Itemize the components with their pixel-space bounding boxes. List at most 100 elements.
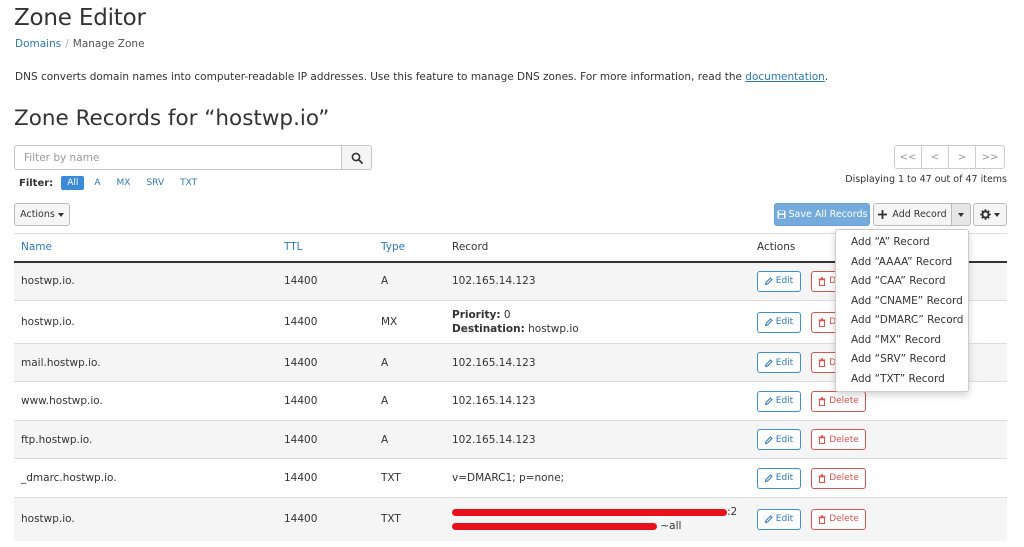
filter-label: Filter: (19, 177, 54, 189)
add-record-dropdown-toggle[interactable] (951, 203, 971, 226)
table-row: ftp.hostwp.io. 14400 A 102.165.14.123 Ed… (14, 420, 1007, 459)
delete-label: Delete (829, 514, 859, 525)
menu-item-add-txt[interactable]: Add “TXT” Record (836, 370, 968, 390)
record-line2-tail: ~all (660, 520, 682, 533)
save-all-records-button[interactable]: Save All Records (774, 203, 870, 226)
save-icon (777, 210, 786, 219)
menu-item-add-cname[interactable]: Add “CNAME” Record (836, 292, 968, 312)
redaction-mark (452, 508, 727, 516)
menu-item-add-mx[interactable]: Add “MX” Record (836, 331, 968, 351)
delete-button[interactable]: Delete (811, 429, 866, 450)
edit-button[interactable]: Edit (757, 311, 801, 333)
actions-dropdown-button[interactable]: Actions (14, 203, 70, 226)
menu-item-add-caa[interactable]: Add “CAA” Record (836, 272, 968, 292)
edit-label: Edit (775, 357, 794, 368)
delete-label: Delete (829, 396, 859, 406)
edit-button[interactable]: Edit (757, 352, 801, 373)
edit-label: Edit (775, 473, 794, 483)
search-button[interactable] (341, 146, 371, 169)
filter-all[interactable]: All (61, 176, 85, 190)
delete-button[interactable]: Delete (811, 467, 866, 489)
trash-icon (818, 515, 826, 524)
zone-records-title: Zone Records for “hostwp.io” (14, 106, 330, 131)
menu-item-add-srv[interactable]: Add “SRV” Record (836, 350, 968, 370)
intro-text: DNS converts domain names into computer-… (15, 71, 828, 83)
table-row: _dmarc.hostwp.io. 14400 TXT v=DMARC1; p=… (14, 458, 1007, 498)
add-record-button[interactable]: Add Record (873, 203, 952, 226)
add-record-label: Add Record (892, 209, 947, 220)
intro-body: DNS converts domain names into computer-… (15, 71, 746, 83)
menu-item-add-dmarc[interactable]: Add “DMARC” Record (836, 311, 968, 331)
trash-icon (818, 473, 826, 483)
record-ttl: 14400 (277, 420, 374, 459)
filter-a[interactable]: A (88, 176, 106, 190)
save-all-label: Save All Records (788, 209, 868, 220)
next-page-button[interactable]: > (948, 145, 976, 169)
destination-value: hostwp.io (528, 323, 579, 335)
pagination: << < > >> (894, 145, 1005, 169)
first-page-button[interactable]: << (894, 145, 922, 169)
record-ttl: 14400 (277, 381, 374, 421)
filter-by-name-input[interactable] (15, 146, 341, 169)
pencil-icon (764, 474, 773, 482)
display-count: Displaying 1 to 47 out of 47 items (845, 174, 1007, 185)
actions-label: Actions (20, 209, 55, 220)
page-title: Zone Editor (14, 5, 146, 31)
record-name: hostwp.io. (14, 497, 277, 541)
edit-button[interactable]: Edit (757, 467, 801, 489)
column-header-type[interactable]: Type (374, 233, 445, 263)
priority-label: Priority: (452, 309, 501, 321)
edit-label: Edit (775, 317, 794, 327)
delete-button[interactable]: Delete (811, 508, 866, 530)
search-icon (351, 152, 363, 164)
chevron-down-icon (994, 212, 1000, 217)
edit-button[interactable]: Edit (757, 390, 801, 412)
delete-button[interactable]: Delete (811, 390, 866, 412)
record-value: 102.165.14.123 (445, 343, 750, 382)
documentation-link[interactable]: documentation (745, 71, 825, 83)
priority-value: 0 (503, 309, 511, 321)
intro-end: . (824, 71, 829, 83)
menu-item-add-aaaa[interactable]: Add “AAAA” Record (836, 253, 968, 273)
record-type: MX (374, 300, 445, 344)
record-ttl: 14400 (277, 343, 374, 382)
add-record-menu: Add “A” Record Add “AAAA” Record Add “CA… (835, 229, 969, 392)
record-name: mail.hostwp.io. (14, 343, 277, 382)
table-row: hostwp.io. 14400 TXT :2 ~all Edit Delete (14, 497, 1007, 541)
record-type: A (374, 381, 445, 421)
filter-srv[interactable]: SRV (140, 176, 170, 190)
breadcrumb-separator: / (65, 38, 69, 50)
filter-bar: Filter: All A MX SRV TXT (19, 176, 207, 190)
column-header-record: Record (445, 233, 750, 263)
prev-page-button[interactable]: < (921, 145, 949, 169)
trash-icon (818, 358, 826, 367)
record-name: ftp.hostwp.io. (14, 420, 277, 459)
trash-icon (818, 317, 826, 327)
settings-dropdown-button[interactable] (973, 203, 1007, 226)
destination-label: Destination: (452, 323, 525, 335)
column-header-name[interactable]: Name (14, 233, 277, 263)
search-box (14, 145, 372, 170)
record-name: hostwp.io. (14, 261, 277, 301)
filter-txt[interactable]: TXT (174, 176, 203, 190)
record-value: v=DMARC1; p=none; (445, 458, 750, 498)
edit-button[interactable]: Edit (757, 508, 801, 530)
pencil-icon (764, 435, 773, 444)
edit-button[interactable]: Edit (757, 270, 801, 292)
edit-button[interactable]: Edit (757, 429, 801, 450)
trash-icon (818, 396, 826, 406)
breadcrumb-domains-link[interactable]: Domains (15, 38, 61, 50)
record-name: www.hostwp.io. (14, 381, 277, 421)
record-value: 102.165.14.123 (445, 261, 750, 301)
trash-icon (818, 435, 826, 444)
record-type: TXT (374, 458, 445, 498)
record-ttl: 14400 (277, 497, 374, 541)
menu-item-add-a[interactable]: Add “A” Record (836, 233, 968, 253)
filter-mx[interactable]: MX (111, 176, 137, 190)
record-type: TXT (374, 497, 445, 541)
last-page-button[interactable]: >> (975, 145, 1005, 169)
column-header-ttl[interactable]: TTL (277, 233, 374, 263)
trash-icon (818, 277, 826, 286)
record-type: A (374, 343, 445, 382)
record-ttl: 14400 (277, 458, 374, 498)
